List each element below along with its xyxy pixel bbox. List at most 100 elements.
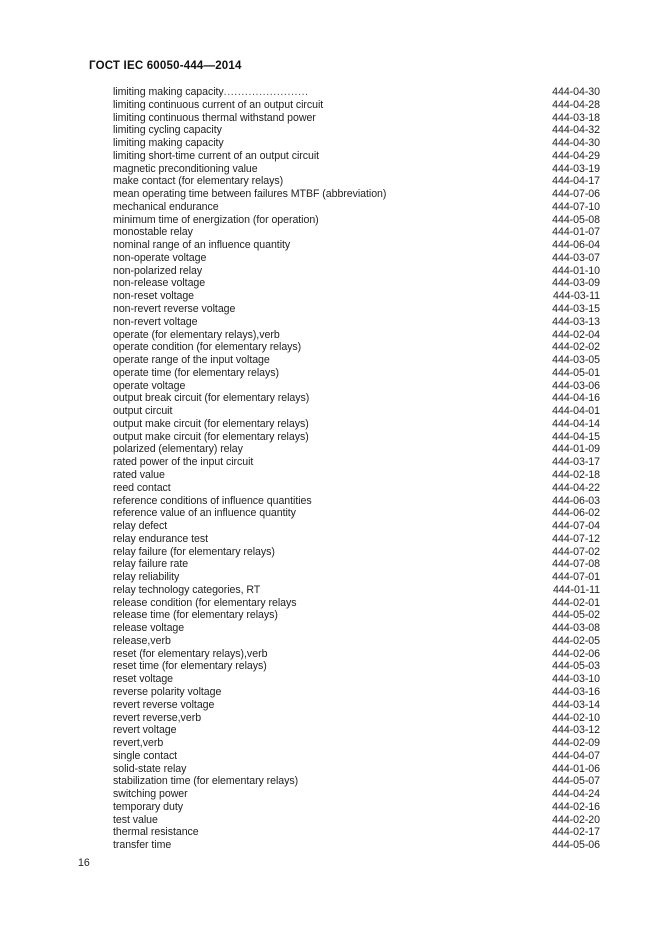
index-entry-code: 444-03-07 [552, 251, 600, 264]
index-entry-row: temporary duty 444-02-16 [113, 801, 600, 814]
index-entry-row: reference conditions of influence quanti… [113, 495, 600, 508]
index-entry-row: nominal range of an influence quantity 44… [113, 239, 600, 252]
index-entry-code: 444-01-06 [552, 762, 600, 775]
index-entry-term: non-reset voltage [113, 290, 195, 303]
index-entry-term: reset voltage [113, 673, 174, 686]
index-entry-term: solid-state relay [113, 762, 187, 775]
index-entry-code: 444-03-08 [552, 622, 600, 635]
index-entry-row: stabilization time (for elementary relay… [113, 775, 600, 788]
index-entry-code: 444-07-04 [552, 520, 600, 533]
index-entry-row: relay endurance test 444-07-12 [113, 533, 600, 546]
index-entry-row: relay defect 444-07-04 [113, 520, 600, 533]
index-entry-term: thermal resistance [113, 826, 199, 839]
index-entry-code: 444-03-11 [552, 290, 600, 303]
index-entry-row: test value 444-02-20 [113, 814, 600, 827]
index-entry-code: 444-07-08 [552, 558, 600, 571]
index-entry-term: limiting continuous thermal withstand po… [113, 111, 316, 124]
index-entry-code: 444-03-19 [552, 162, 600, 175]
index-entry-term: revert voltage [113, 724, 177, 737]
index-entry-term: relay defect [113, 520, 168, 533]
index-entry-row: polarized (elementary) relay 444-01-09 [113, 443, 600, 456]
index-entry-term: operate range of the input voltage [113, 354, 270, 367]
index-entry-term: reset (for elementary relays), [113, 647, 247, 660]
index-entry-code: 444-06-04 [552, 239, 600, 252]
index-entry-row: release condition (for elementary relays… [113, 597, 600, 610]
index-entry-code: 444-05-03 [552, 660, 600, 673]
index-entry-code: 444-04-07 [552, 749, 600, 762]
index-entry-row: rated power of the input circuit 444-03-1… [113, 456, 600, 469]
index-entry-code: 444-03-05 [552, 354, 600, 367]
index-entry-term: revert reverse, [113, 711, 181, 724]
index-entry-row: output make circuit (for elementary rela… [113, 431, 600, 444]
index-entry-code: 444-04-24 [552, 788, 600, 801]
index-entry-row: relay reliability 444-07-01 [113, 571, 600, 584]
index-entry-term: release time (for elementary relays) [113, 609, 278, 622]
index-entry-code: 444-04-32 [552, 124, 600, 137]
index-entry-code: 444-03-16 [552, 685, 600, 698]
index-entry-term: limiting making capacity [113, 137, 224, 150]
index-entry-term: relay reliability [113, 571, 180, 584]
index-entry-term: limiting continuous current of an output… [113, 98, 324, 111]
index-entry-row: limiting short-time current of an output… [113, 150, 600, 163]
index-entry-part-of-speech: verb [180, 711, 202, 724]
index-entry-part-of-speech: verb [142, 737, 164, 750]
index-entry-code: 444-03-13 [552, 315, 600, 328]
index-entry-row: output break circuit (for elementary rel… [113, 392, 600, 405]
index-entry-code: 444-01-10 [552, 264, 600, 277]
index-entry-code: 444-02-09 [552, 737, 600, 750]
index-entry-term: release voltage [113, 622, 185, 635]
index-entry-term: relay failure rate [113, 558, 189, 571]
index-entry-code: 444-03-12 [552, 724, 600, 737]
index-entry-row: non-reset voltage 444-03-11 [113, 290, 600, 303]
index-entry-code: 444-03-10 [552, 673, 600, 686]
index-entry-row: operate (for elementary relays), verb 444… [113, 329, 600, 342]
index-entry-code: 444-02-05 [552, 634, 600, 647]
index-entry-term: reset time (for elementary relays) [113, 660, 267, 673]
index-entry-term: operate voltage [113, 379, 186, 392]
index-entry-code: 444-02-04 [552, 328, 600, 341]
index-entry-code: 444-02-02 [552, 341, 600, 354]
index-entry-term: mean operating time between failures MTB… [113, 188, 387, 201]
index-entry-code: 444-02-17 [552, 826, 600, 839]
index-entry-term: output make circuit (for elementary rela… [113, 417, 309, 430]
index-entry-term: reed contact [113, 481, 171, 494]
index-entry-row: rated value 444-02-18 [113, 469, 600, 482]
index-entry-row: non-revert reverse voltage 444-03-15 [113, 303, 600, 316]
index-entry-term: test value [113, 813, 158, 826]
index-entry-row: monostable relay 444-01-07 [113, 226, 600, 239]
index-entry-term: operate (for elementary relays), [113, 328, 260, 341]
index-entry-row: limiting continuous current of an output… [113, 99, 600, 112]
index-entry-row: operate voltage 444-03-06 [113, 380, 600, 393]
index-entry-code: 444-01-09 [552, 443, 600, 456]
index-entry-code: 444-07-12 [552, 532, 600, 545]
index-entry-term: limiting making capacity [113, 86, 224, 98]
index-entry-code: 444-02-16 [552, 800, 600, 813]
index-entry-row: reset voltage 444-03-10 [113, 673, 600, 686]
index-entry-term: transfer time [113, 839, 172, 852]
index-entry-term: limiting short-time current of an output… [113, 149, 320, 162]
index-entry-code: 444-01-07 [552, 226, 600, 239]
index-entry-code: 444-03-17 [552, 456, 600, 469]
index-entry-code: 444-04-01 [552, 405, 600, 418]
index-entry-row: output circuit 444-04-01 [113, 405, 600, 418]
index-entry-code: 444-05-07 [552, 775, 600, 788]
index-entry-term: monostable relay [113, 226, 193, 239]
index-entry-code: 444-04-30 [552, 137, 600, 150]
index-entry-term: output circuit [113, 405, 173, 418]
index-entry-row: revert reverse, verb 444-02-10 [113, 712, 600, 725]
index-entry-row: limiting continuous thermal withstand po… [113, 112, 600, 125]
index-entry-term: reference conditions of influence quanti… [113, 494, 312, 507]
index-entry-term: single contact [113, 749, 178, 762]
index-entry-part-of-speech: verb [259, 328, 280, 341]
index-entry-row: limiting making capacity 444-04-30 [113, 137, 600, 150]
index-entry-row: single contact 444-04-07 [113, 750, 600, 763]
index-entry-code: 444-06-02 [552, 507, 600, 520]
index-entry-row: non-release voltage 444-03-09 [113, 277, 600, 290]
index-entry-term: rated value [113, 468, 165, 481]
index-entry-term: revert, [113, 737, 143, 750]
index-entry-row: limiting cycling capacity 444-04-32 [113, 124, 600, 137]
index-entry-row: operate time (for elementary relays) 444-… [113, 367, 600, 380]
index-entry-term: limiting cycling capacity [113, 124, 222, 137]
index-entry-row: operate range of the input voltage 444-03… [113, 354, 600, 367]
index-entry-term: mechanical endurance [113, 200, 219, 213]
